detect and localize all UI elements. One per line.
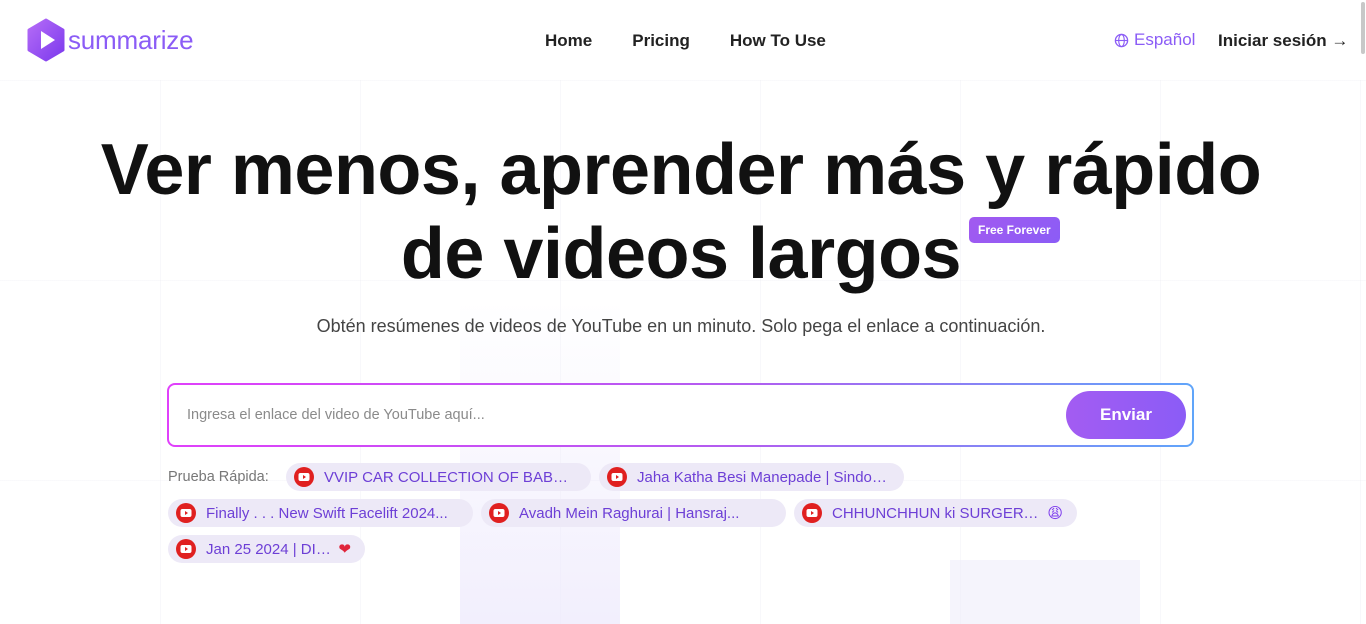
language-selector[interactable]: Español	[1114, 30, 1195, 50]
quick-try-label: Prueba Rápida:	[168, 469, 269, 485]
quick-try-chip[interactable]: CHHUNCHHUN ki SURGERY hogi 😩	[794, 499, 1077, 527]
globe-icon	[1114, 33, 1129, 47]
background-glow	[460, 300, 620, 624]
free-forever-badge: Free Forever	[969, 217, 1060, 243]
youtube-icon	[176, 503, 196, 523]
page-scrollbar[interactable]	[1358, 0, 1366, 624]
url-form-inner: Enviar	[169, 385, 1192, 445]
quick-try-chip[interactable]: Jan 25 2024 | DIML ❤	[168, 535, 365, 563]
hero-subtitle: Obtén resúmenes de videos de YouTube en …	[316, 316, 1046, 336]
youtube-url-input[interactable]	[187, 385, 1047, 445]
youtube-icon	[176, 539, 196, 559]
chip-label: Jaha Katha Besi Manepade | Sindoor...	[637, 468, 890, 486]
youtube-icon	[294, 467, 314, 487]
url-form: Enviar	[167, 383, 1194, 447]
nav-how-to-use[interactable]: How To Use	[730, 31, 826, 51]
chip-label: CHHUNCHHUN ki SURGERY hogi	[832, 504, 1046, 522]
hero-title-line2: de videos largos	[400, 214, 962, 294]
chip-label: Avadh Mein Raghurai | Hansraj...	[519, 504, 740, 522]
quick-try-chip[interactable]: Jaha Katha Besi Manepade | Sindoor...	[599, 463, 904, 491]
logo-link[interactable]: summarize	[26, 18, 194, 62]
logo-text: summarize	[68, 24, 194, 55]
youtube-icon	[607, 467, 627, 487]
submit-button[interactable]: Enviar	[1066, 391, 1186, 439]
main-nav: Home Pricing How To Use	[545, 31, 826, 51]
youtube-icon	[802, 503, 822, 523]
site-header: summarize Home Pricing How To Use Españo…	[0, 0, 1366, 80]
quick-try-chip[interactable]: VVIP CAR COLLECTION OF BABAS...	[286, 463, 591, 491]
quick-try-chip[interactable]: Finally . . . New Swift Facelift 2024...	[168, 499, 473, 527]
summarize-logo-icon	[27, 18, 65, 62]
hero-title-line1: Ver menos, aprender más y rápido	[100, 130, 1262, 210]
nav-pricing[interactable]: Pricing	[632, 31, 690, 51]
chip-label: Finally . . . New Swift Facelift 2024...	[206, 504, 448, 522]
scrollbar-thumb[interactable]	[1361, 2, 1365, 54]
weary-face-emoji: 😩	[1047, 505, 1063, 522]
chip-label: VVIP CAR COLLECTION OF BABAS...	[324, 468, 577, 486]
heart-icon: ❤	[338, 541, 351, 558]
chip-label: Jan 25 2024 | DIML	[206, 540, 333, 558]
language-label: Español	[1134, 30, 1196, 49]
youtube-icon	[489, 503, 509, 523]
login-link[interactable]: Iniciar sesión →	[1218, 31, 1348, 51]
background-glow-2	[950, 560, 1140, 624]
hero-title: Ver menos, aprender más y rápido de vide…	[0, 128, 1362, 296]
quick-try-chip[interactable]: Avadh Mein Raghurai | Hansraj...	[481, 499, 786, 527]
nav-home[interactable]: Home	[545, 31, 592, 51]
